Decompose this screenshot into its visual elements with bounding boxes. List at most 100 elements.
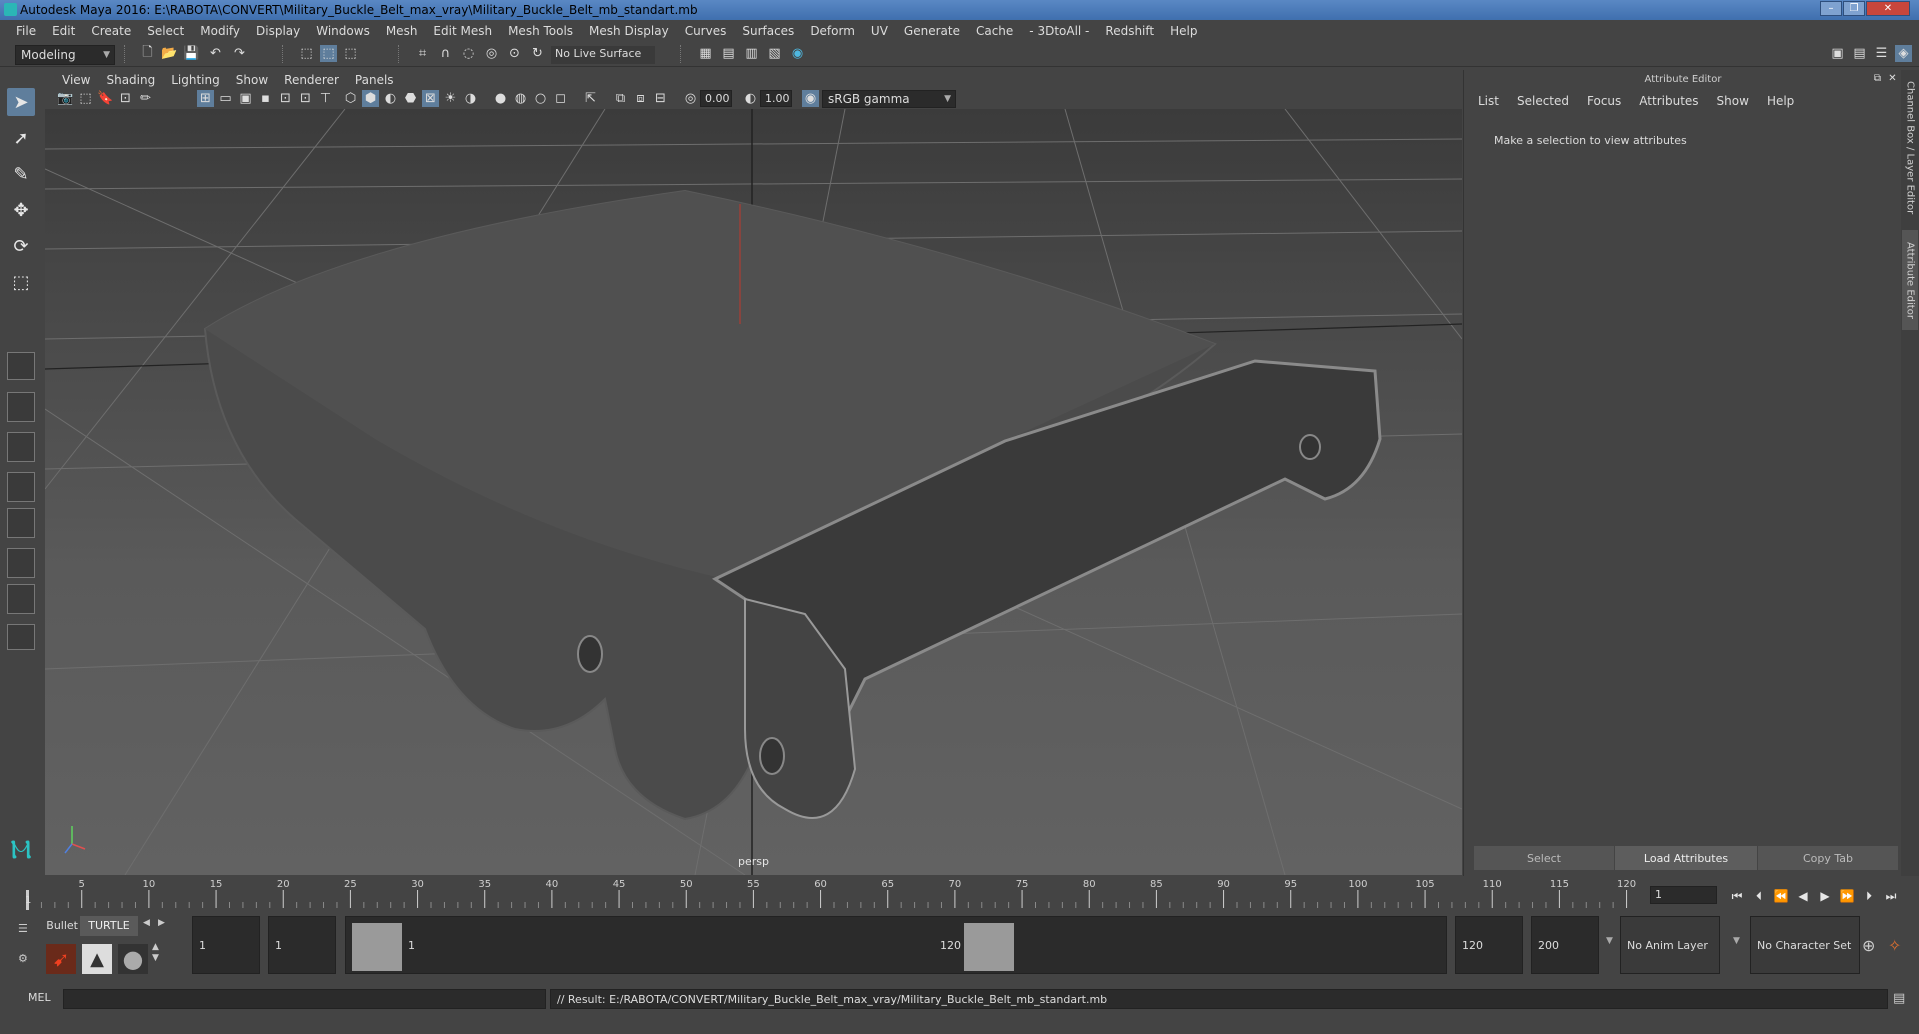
textured-icon[interactable]: ⬣ (402, 90, 419, 107)
render-settings-icon[interactable]: ▧ (766, 45, 783, 62)
buckle-model[interactable] (203, 189, 1382, 821)
grid-toggle-icon[interactable]: ⊞ (197, 90, 214, 107)
menu-modify[interactable]: Modify (192, 24, 248, 38)
xray-icon[interactable]: ⊠ (422, 90, 439, 107)
graph-layout-button[interactable] (7, 508, 35, 538)
menu-file[interactable]: File (8, 24, 44, 38)
image-plane-icon[interactable]: ⊡ (117, 90, 134, 107)
anim-layer-selector[interactable]: No Anim Layer (1620, 916, 1720, 974)
chevron-down-icon[interactable]: ▼ (1606, 936, 1613, 946)
color-space-dropdown[interactable]: sRGB gamma ▼ (822, 90, 956, 108)
modeling-toolkit-icon[interactable]: ▤ (1851, 45, 1868, 62)
motion-blur-icon[interactable]: ◍ (512, 90, 529, 107)
anti-aliasing-icon[interactable]: ○ (532, 90, 549, 107)
auto-key-icon[interactable]: ⊕ (1862, 936, 1875, 955)
viewport-menu-show[interactable]: Show (228, 73, 276, 87)
bookmark-icon[interactable]: 🔖 (97, 90, 114, 107)
gate-mask-icon[interactable]: ▪ (257, 90, 274, 107)
shelf-scroll-arrows-icon[interactable]: ▲ ▼ (152, 942, 159, 964)
custom-layout-button[interactable] (7, 624, 35, 650)
scale-tool-icon[interactable]: ⬚ (7, 268, 35, 296)
load-attributes-button[interactable]: Load Attributes (1615, 846, 1757, 870)
menu-edit-mesh[interactable]: Edit Mesh (425, 24, 500, 38)
menu-redshift[interactable]: Redshift (1097, 24, 1162, 38)
turtle-render-icon[interactable]: ➹ (46, 944, 76, 974)
snap-curve-icon[interactable]: ∩ (437, 45, 454, 62)
camera-attributes-icon[interactable]: ⬚ (77, 90, 94, 107)
select-object-icon[interactable]: ⬚ (320, 45, 337, 62)
menu-select[interactable]: Select (139, 24, 192, 38)
ae-menu-selected[interactable]: Selected (1517, 94, 1569, 108)
range-slider[interactable]: 1 120 (345, 916, 1447, 974)
new-scene-icon[interactable]: 🗋 (139, 45, 156, 62)
maximize-button[interactable]: ❐ (1843, 1, 1865, 16)
smooth-shade-icon[interactable]: ⬢ (362, 90, 379, 107)
wireframe-icon[interactable]: ⬡ (342, 90, 359, 107)
node-editor-layout-button[interactable] (7, 584, 35, 614)
menu-uv[interactable]: UV (863, 24, 896, 38)
animation-start-field[interactable]: 1 (192, 916, 260, 974)
exposure-field[interactable]: 0.00 (700, 90, 732, 107)
step-forward-key-icon[interactable]: ⏩ (1838, 887, 1856, 905)
backface-culling-icon[interactable]: ⊟ (652, 90, 669, 107)
ae-menu-show[interactable]: Show (1717, 94, 1749, 108)
isolate-select-icon[interactable]: ⇱ (582, 90, 599, 107)
playback-start-field[interactable]: 1 (268, 916, 336, 974)
tab-channel-box-layer-editor[interactable]: Channel Box / Layer Editor (1902, 78, 1918, 218)
turtle-shader-icon[interactable]: ● (118, 944, 148, 974)
paint-select-tool-icon[interactable]: ✎ (7, 160, 35, 188)
ae-menu-list[interactable]: List (1478, 94, 1499, 108)
shelf-scroll-right-icon[interactable]: ▶ (158, 918, 165, 928)
safe-action-icon[interactable]: ⊡ (297, 90, 314, 107)
step-back-frame-icon[interactable]: ⏴ (1750, 887, 1768, 905)
select-tool-icon[interactable]: ➤ (7, 88, 35, 116)
play-backwards-icon[interactable]: ◀ (1794, 887, 1812, 905)
redo-icon[interactable]: ↷ (231, 45, 248, 62)
save-scene-icon[interactable]: 💾 (183, 45, 200, 62)
command-input[interactable] (63, 989, 546, 1009)
step-back-key-icon[interactable]: ⏪ (1772, 887, 1790, 905)
chevron-down-icon[interactable]: ▼ (1733, 936, 1740, 946)
command-language-label[interactable]: MEL (28, 991, 51, 1004)
move-tool-icon[interactable]: ✥ (7, 196, 35, 224)
preferences-icon[interactable]: ✧ (1888, 936, 1901, 955)
close-button[interactable]: ✕ (1866, 1, 1910, 16)
menu-cache[interactable]: Cache (968, 24, 1021, 38)
viewport-menu-view[interactable]: View (54, 73, 98, 87)
grease-pencil-icon[interactable]: ✏ (137, 90, 154, 107)
lights-icon[interactable]: ☀ (442, 90, 459, 107)
undo-icon[interactable]: ↶ (207, 45, 224, 62)
wireframe-on-shaded-icon[interactable]: ◐ (382, 90, 399, 107)
rotate-tool-icon[interactable]: ⟳ (7, 232, 35, 260)
menu-display[interactable]: Display (248, 24, 308, 38)
snap-view-plane-icon[interactable]: ◎ (483, 45, 500, 62)
menu-3dtoall[interactable]: - 3DtoAll - (1021, 24, 1097, 38)
ambient-occlusion-icon[interactable]: ● (492, 90, 509, 107)
lasso-tool-icon[interactable]: ➚ (7, 124, 35, 152)
select-component-icon[interactable]: ⬚ (342, 45, 359, 62)
viewport-menu-lighting[interactable]: Lighting (163, 73, 228, 87)
ae-menu-help[interactable]: Help (1767, 94, 1794, 108)
depth-of-field-icon[interactable]: ◻ (552, 90, 569, 107)
shadows-icon[interactable]: ◑ (462, 90, 479, 107)
two-pane-layout-button[interactable] (7, 432, 35, 462)
ae-menu-attributes[interactable]: Attributes (1639, 94, 1698, 108)
shelf-menu-icon[interactable]: ☰ (18, 922, 38, 938)
xray-joints-icon[interactable]: ⧉ (612, 90, 629, 107)
camera-select-icon[interactable]: 📷 (57, 90, 74, 107)
outliner-toggle-icon[interactable]: ☰ (1873, 45, 1890, 62)
animation-end-field[interactable]: 200 (1531, 916, 1599, 974)
go-to-end-icon[interactable]: ⏭ (1882, 887, 1900, 905)
menu-edit[interactable]: Edit (44, 24, 83, 38)
range-start-handle[interactable] (352, 923, 402, 971)
gamma-icon[interactable]: ◐ (742, 90, 759, 107)
safe-title-icon[interactable]: ⊤ (317, 90, 334, 107)
single-pane-layout-button[interactable] (7, 352, 35, 380)
current-frame-field[interactable]: 1 (1650, 886, 1717, 904)
select-hierarchy-icon[interactable]: ⬚ (298, 45, 315, 62)
menu-surfaces[interactable]: Surfaces (734, 24, 802, 38)
copy-tab-button[interactable]: Copy Tab (1758, 846, 1898, 870)
select-button[interactable]: Select (1474, 846, 1614, 870)
minimize-button[interactable]: – (1820, 1, 1842, 16)
viewport-menu-renderer[interactable]: Renderer (276, 73, 347, 87)
